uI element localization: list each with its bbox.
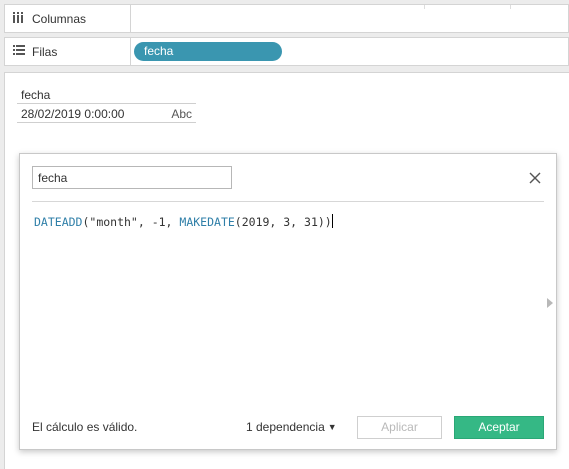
field-header: fecha [21, 88, 51, 102]
close-button[interactable] [527, 170, 543, 186]
accept-button[interactable]: Aceptar [454, 416, 544, 439]
dependencies-label: 1 dependencia [246, 420, 325, 434]
apply-button[interactable]: Aplicar [357, 416, 442, 439]
chevron-down-icon: ▼ [327, 422, 337, 432]
fecha-pill[interactable]: fecha [134, 42, 282, 61]
field-row[interactable]: 28/02/2019 0:00:00 Abc [17, 103, 196, 123]
formula-function-makedate: MAKEDATE [179, 215, 235, 229]
columns-drop-area[interactable] [132, 5, 568, 32]
text-cursor [331, 214, 333, 228]
columns-shelf-title: Columnas [32, 11, 87, 26]
field-value: 28/02/2019 0:00:00 [21, 107, 125, 121]
rows-shelf-label: Filas [5, 38, 131, 65]
rows-list-icon [13, 44, 25, 59]
formula-args-2: (2019, 3, 31)) [234, 215, 332, 229]
rows-shelf: Filas fecha [4, 37, 569, 66]
columns-shelf: Columnas [4, 4, 569, 33]
close-icon [529, 172, 541, 184]
columns-shelf-label: Columnas [5, 5, 131, 32]
dependencies-dropdown[interactable]: 1 dependencia ▼ [246, 420, 337, 434]
field-type-label: Abc [171, 107, 192, 121]
rows-drop-area[interactable]: fecha [132, 38, 568, 65]
formula-args-1: ("month", -1, [82, 215, 180, 229]
rows-shelf-title: Filas [32, 44, 58, 59]
formula-editor[interactable]: DATEADD("month", -1, MAKEDATE(2019, 3, 3… [34, 214, 534, 234]
dialog-divider [32, 201, 544, 202]
calculation-dialog: DATEADD("month", -1, MAKEDATE(2019, 3, 3… [19, 153, 557, 450]
formula-function-dateadd: DATEADD [34, 215, 83, 229]
calculation-name-input[interactable] [32, 166, 232, 189]
columns-icon [13, 11, 25, 26]
validation-status: El cálculo es válido. [32, 420, 138, 434]
expand-panel-arrow-icon[interactable] [546, 297, 554, 308]
